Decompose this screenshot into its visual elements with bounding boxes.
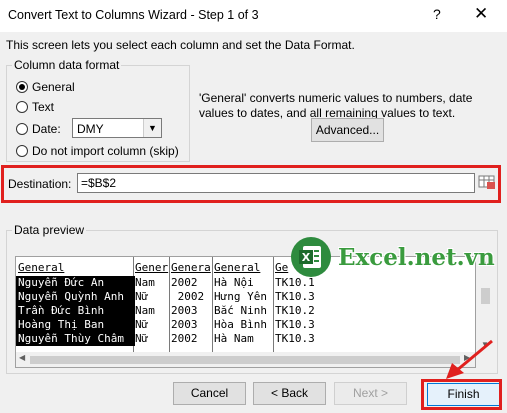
preview-cell: Nữ	[135, 318, 149, 331]
radio-date[interactable]: Date:	[16, 122, 61, 136]
format-description: 'General' converts numeric values to num…	[199, 91, 473, 120]
preview-cell: Bắc Ninh	[214, 304, 267, 317]
column-format-label: Column data format	[12, 58, 122, 72]
radio-general[interactable]: General	[16, 80, 75, 94]
preview-cell: Nữ	[135, 332, 149, 345]
preview-cell: Hoàng Thị Ban	[16, 318, 135, 332]
preview-header-cell[interactable]: General	[214, 261, 272, 275]
date-format-select[interactable]: DMY ▼	[72, 118, 162, 138]
watermark-logo: X Excel.net.vn	[290, 236, 495, 278]
intro-text: This screen lets you select each column …	[6, 38, 355, 52]
svg-text:X: X	[302, 251, 311, 264]
preview-cell: Nam	[135, 276, 155, 289]
date-format-value: DMY	[77, 122, 104, 136]
preview-cell: 2002	[171, 332, 198, 345]
preview-cell: 2002	[171, 276, 198, 289]
back-button[interactable]: < Back	[253, 382, 326, 405]
column-break[interactable]	[169, 257, 170, 353]
destination-input[interactable]: =$B$2	[77, 173, 475, 193]
column-break[interactable]	[212, 257, 213, 353]
preview-cell: Nguyễn Thùy Châm	[16, 332, 135, 346]
preview-cell: Hà Nam	[214, 332, 254, 345]
radio-text-label: Text	[32, 100, 55, 114]
preview-cell: Trần Đức Bình	[16, 304, 135, 318]
horizontal-scrollbar[interactable]: ◀ ▶	[16, 352, 475, 367]
preview-cell: Hà Nội	[214, 276, 254, 289]
scroll-thumb[interactable]	[30, 356, 460, 364]
preview-cell: Hòa Bình	[214, 318, 267, 331]
cancel-button[interactable]: Cancel	[173, 382, 246, 405]
finish-highlight-box	[421, 379, 502, 410]
preview-cell: Nguyễn Đức An	[16, 276, 135, 290]
range-picker-icon[interactable]	[478, 174, 496, 191]
radio-general-label: General	[32, 80, 75, 94]
preview-cell: Nam	[135, 304, 155, 317]
window-title: Convert Text to Columns Wizard - Step 1 …	[8, 8, 259, 22]
advanced-button[interactable]: Advanced...	[311, 118, 384, 142]
preview-cell: 2003	[171, 318, 198, 331]
preview-cell: TK10.3	[275, 318, 315, 331]
destination-value: =$B$2	[81, 176, 117, 190]
radio-button[interactable]	[16, 123, 28, 135]
preview-cell: TK10.1	[275, 276, 315, 289]
preview-cell: 2002	[171, 290, 205, 303]
preview-cell: TK10.2	[275, 304, 315, 317]
radio-skip-label: Do not import column (skip)	[32, 144, 179, 158]
watermark-text: Excel.net.vn	[338, 243, 495, 271]
chevron-down-icon[interactable]: ▼	[143, 119, 161, 137]
preview-cell: Nguyễn Quỳnh Anh	[16, 290, 135, 304]
data-preview-label: Data preview	[12, 223, 87, 237]
preview-header-cell[interactable]: Gener	[135, 261, 169, 275]
preview-cell: TK10.3	[275, 332, 315, 345]
next-button[interactable]: Next >	[334, 382, 407, 405]
radio-date-label: Date:	[32, 122, 61, 136]
scroll-thumb[interactable]	[481, 288, 490, 304]
preview-header-cell[interactable]: General	[18, 261, 132, 275]
radio-button[interactable]	[16, 145, 28, 157]
destination-label: Destination:	[8, 177, 72, 191]
close-icon[interactable]: ✕	[474, 4, 488, 24]
preview-cell: TK10.3	[275, 290, 315, 303]
title-bar: Convert Text to Columns Wizard - Step 1 …	[0, 0, 507, 32]
preview-header-cell[interactable]: Genera	[171, 261, 211, 275]
preview-cell: Nữ	[135, 290, 149, 303]
excel-logo-icon: X	[291, 237, 331, 277]
column-break[interactable]	[273, 257, 274, 353]
pointer-arrow-icon	[446, 339, 493, 379]
preview-cell: 2003	[171, 304, 198, 317]
radio-button[interactable]	[16, 101, 28, 113]
radio-skip[interactable]: Do not import column (skip)	[16, 144, 179, 158]
radio-button[interactable]	[16, 81, 28, 93]
scroll-left-icon[interactable]: ◀	[19, 353, 25, 362]
radio-text[interactable]: Text	[16, 100, 54, 114]
help-icon[interactable]: ?	[433, 6, 441, 22]
preview-cell: Hưng Yên	[214, 290, 267, 303]
